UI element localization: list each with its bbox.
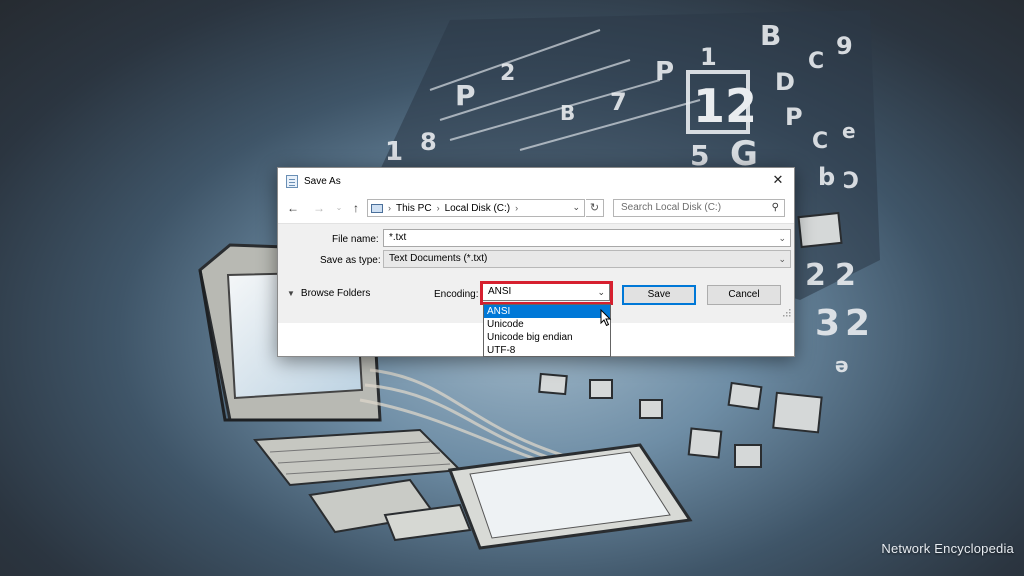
arrow-left-icon[interactable]: ← xyxy=(285,200,301,216)
svg-text:2: 2 xyxy=(500,61,515,86)
close-button[interactable]: ✕ xyxy=(770,172,786,188)
svg-text:b: b xyxy=(818,163,835,191)
search-input[interactable]: Search Local Disk (C:) ⚲ xyxy=(613,199,785,217)
svg-text:1: 1 xyxy=(385,137,403,167)
svg-text:P: P xyxy=(455,79,476,112)
breadcrumb-separator-icon: › xyxy=(436,203,440,213)
encoding-dropdown-list: ANSI Unicode Unicode big endian UTF-8 xyxy=(483,304,611,357)
save-as-dialog: Save As ✕ ← → ⌄ ↑ › This PC › Local Disk… xyxy=(277,167,795,357)
file-name-field[interactable]: *.txt ⌄ xyxy=(383,229,791,247)
resize-grip-icon[interactable] xyxy=(782,308,791,317)
svg-text:ə: ə xyxy=(835,353,849,377)
dialog-title: Save As xyxy=(304,176,341,187)
svg-text:8: 8 xyxy=(420,128,437,156)
breadcrumb-separator-icon: › xyxy=(515,203,519,213)
computer-icon xyxy=(371,203,383,213)
svg-text:2: 2 xyxy=(835,258,856,293)
encoding-option-utf8[interactable]: UTF-8 xyxy=(484,344,610,357)
highlight-annotation xyxy=(480,281,613,305)
save-as-type-value: Text Documents (*.txt) xyxy=(389,253,488,264)
encoding-label: Encoding: xyxy=(434,289,479,300)
save-button[interactable]: Save xyxy=(622,285,696,305)
arrow-right-icon[interactable]: → xyxy=(311,200,327,216)
svg-text:B: B xyxy=(560,101,575,125)
recent-locations-chevron-icon[interactable]: ⌄ xyxy=(331,200,347,216)
search-placeholder: Search Local Disk (C:) xyxy=(621,202,722,213)
svg-text:9: 9 xyxy=(836,32,853,60)
chevron-down-icon: ▼ xyxy=(287,289,295,298)
save-as-type-label: Save as type: xyxy=(320,255,381,266)
refresh-icon[interactable]: ↻ xyxy=(586,199,604,217)
browse-folders-label: Browse Folders xyxy=(300,288,371,299)
breadcrumb-separator-icon: › xyxy=(388,203,391,213)
svg-text:2: 2 xyxy=(805,258,826,293)
navigation-bar: ← → ⌄ ↑ › This PC › Local Disk (C:) › ⌄ … xyxy=(278,196,794,220)
encoding-option-ansi[interactable]: ANSI xyxy=(484,305,610,318)
browse-folders-toggle[interactable]: ▼ Browse Folders xyxy=(287,288,370,299)
save-as-type-select[interactable]: Text Documents (*.txt) ⌄ xyxy=(383,250,791,268)
chevron-down-icon[interactable]: ⌄ xyxy=(778,251,786,267)
notepad-icon xyxy=(286,175,298,188)
watermark-text: Network Encyclopedia xyxy=(881,541,1014,556)
svg-text:1: 1 xyxy=(700,43,717,71)
arrow-up-icon[interactable]: ↑ xyxy=(348,200,364,216)
cancel-button[interactable]: Cancel xyxy=(707,285,781,305)
address-dropdown-icon[interactable]: ⌄ xyxy=(572,202,580,213)
file-name-value: *.txt xyxy=(389,232,407,243)
chevron-down-icon[interactable]: ⌄ xyxy=(778,230,786,246)
search-icon: ⚲ xyxy=(771,202,779,213)
svg-text:3: 3 xyxy=(815,303,840,344)
svg-text:B: B xyxy=(760,19,781,52)
breadcrumb-local-disk[interactable]: Local Disk (C:) xyxy=(445,203,511,214)
file-name-label: File name: xyxy=(332,234,379,245)
svg-text:7: 7 xyxy=(610,88,627,116)
svg-text:2: 2 xyxy=(845,303,870,344)
svg-text:C: C xyxy=(812,129,828,154)
svg-text:P: P xyxy=(785,103,803,131)
title-bar: Save As ✕ xyxy=(278,168,794,195)
svg-text:D: D xyxy=(775,68,795,96)
svg-text:12: 12 xyxy=(693,79,757,133)
svg-text:e: e xyxy=(842,119,856,143)
breadcrumb-this-pc[interactable]: This PC xyxy=(396,203,432,214)
svg-text:Ɔ: Ɔ xyxy=(843,169,859,194)
address-bar[interactable]: › This PC › Local Disk (C:) › ⌄ xyxy=(367,199,585,217)
encoding-option-unicode[interactable]: Unicode xyxy=(484,318,610,331)
mouse-cursor-icon xyxy=(600,309,612,327)
encoding-option-unicode-big-endian[interactable]: Unicode big endian xyxy=(484,331,610,344)
svg-text:C: C xyxy=(808,49,824,74)
svg-text:P: P xyxy=(655,57,674,87)
